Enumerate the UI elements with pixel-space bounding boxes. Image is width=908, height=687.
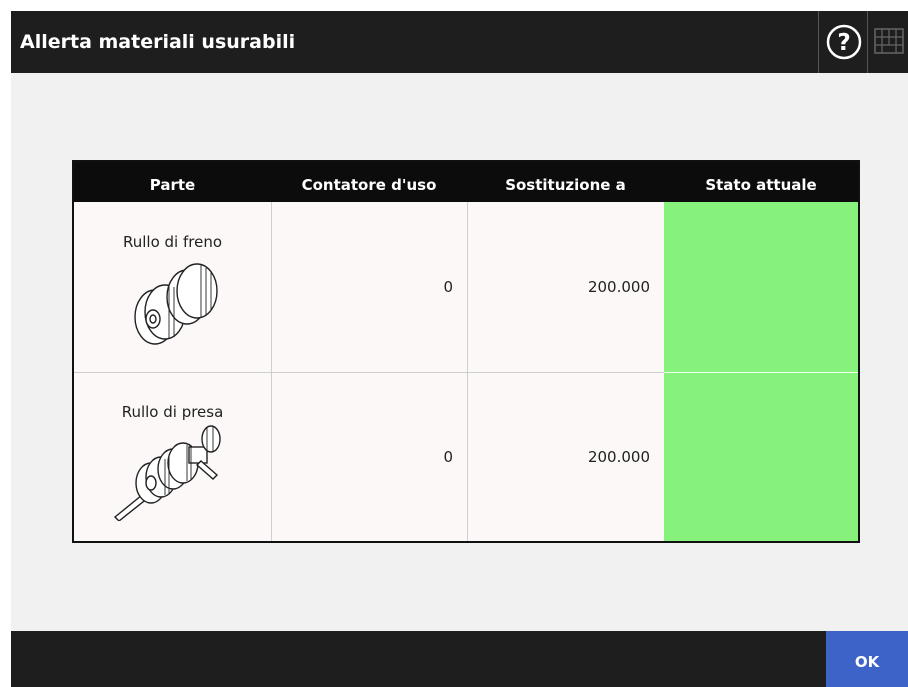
help-button[interactable]: ?: [818, 11, 868, 73]
part-cell: Rullo di freno: [74, 202, 271, 372]
row-divider: [74, 372, 664, 373]
brake-roller-icon: [134, 263, 218, 345]
app-screen: Allerta materiali usurabili ? Parte Cont…: [11, 11, 908, 687]
row-divider: [664, 372, 858, 373]
column-header-status: Stato attuale: [705, 176, 817, 194]
footer-bar: OK: [11, 631, 908, 687]
pick-roller-icon: [113, 425, 221, 521]
column-header-part: Parte: [149, 176, 196, 194]
ok-button[interactable]: OK: [826, 631, 908, 687]
table-header: Parte Contatore d'uso Sostituzione a Sta…: [74, 162, 858, 202]
svg-text:?: ?: [837, 30, 850, 56]
column-header-replace-at: Sostituzione a: [505, 176, 626, 194]
replacement-threshold: 200.000: [587, 448, 650, 466]
part-cell: Rullo di presa: [74, 372, 271, 542]
keyboard-icon: [874, 28, 904, 54]
help-circle-icon: ?: [826, 24, 862, 60]
usage-counter: 0: [443, 278, 453, 296]
usage-counter: 0: [443, 448, 453, 466]
consumables-table: Parte Contatore d'uso Sostituzione a Sta…: [72, 160, 860, 543]
status-indicator: [664, 373, 858, 541]
part-label: Rullo di freno: [122, 233, 223, 251]
keyboard-button[interactable]: [870, 11, 908, 73]
status-indicator: [664, 202, 858, 372]
title-bar: Allerta materiali usurabili ?: [11, 11, 908, 73]
column-header-counter: Contatore d'uso: [301, 176, 437, 194]
replacement-threshold: 200.000: [587, 278, 650, 296]
part-label: Rullo di presa: [121, 403, 224, 421]
page-title: Allerta materiali usurabili: [20, 31, 296, 53]
